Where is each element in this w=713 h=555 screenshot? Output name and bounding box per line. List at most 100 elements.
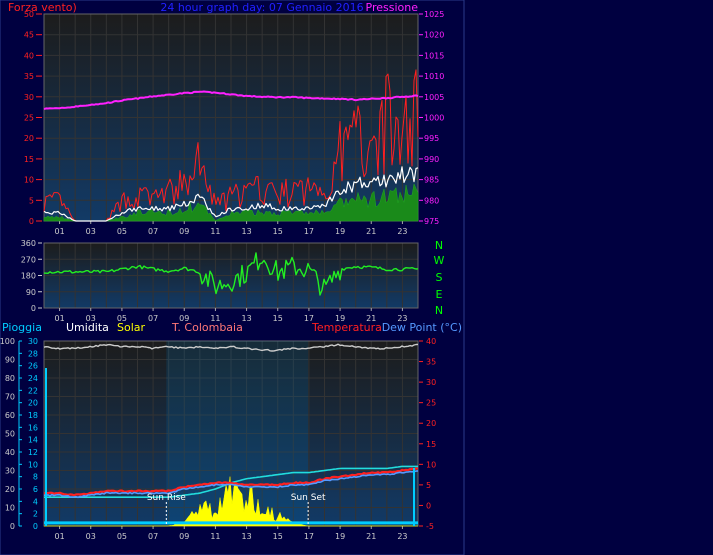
y-tick-label: 10: [426, 460, 436, 469]
y-tick-label: 10: [24, 176, 34, 185]
x-tick-label: 09: [179, 532, 189, 541]
y-tick-label: 30: [28, 337, 38, 346]
y-tick-label: 180: [21, 272, 36, 281]
y-tick-label: 0: [31, 304, 36, 313]
x-tick-label: 07: [148, 227, 158, 236]
x-tick-label: 19: [335, 532, 345, 541]
x-tick-label: 11: [210, 227, 220, 236]
x-tick-label: 01: [54, 227, 64, 236]
y-tick-label: 90: [26, 288, 36, 297]
y-tick-label: 6: [33, 485, 38, 494]
compass-label: S: [436, 271, 443, 284]
x-tick-label: 15: [273, 532, 283, 541]
x-tick-label: 23: [397, 532, 407, 541]
y-tick-label: 10: [5, 504, 15, 513]
y-tick-label: 1020: [424, 31, 444, 40]
x-tick-label: 11: [210, 532, 220, 541]
x-tick-label: 13: [241, 227, 251, 236]
y-tick-label: 50: [5, 430, 15, 439]
x-tick-label: 03: [86, 532, 96, 541]
y-tick-label: 30: [426, 378, 436, 387]
y-tick-label: 980: [424, 196, 439, 205]
x-tick-label: 05: [117, 227, 127, 236]
y-tick-label: 40: [24, 51, 34, 60]
y-tick-label: 70: [5, 393, 15, 402]
y-tick-label: 60: [5, 411, 15, 420]
y-tick-label: 40: [5, 448, 15, 457]
sunset-label: Sun Set: [291, 493, 326, 503]
y-tick-label: 35: [24, 72, 34, 81]
legend-temperatura: Temperatura: [311, 321, 382, 334]
y-tick-label: 30: [5, 467, 15, 476]
y-tick-label: 975: [424, 217, 439, 226]
wind-direction-plot: 01 03 05 07 09 11 13 15 17 19 21 23090180270360: [21, 239, 419, 323]
legend-pioggia: Pioggia: [2, 321, 42, 334]
compass-label: N: [435, 304, 443, 317]
compass-label: N: [435, 239, 443, 252]
x-tick-label: 13: [241, 532, 251, 541]
y-tick-label: 8: [33, 473, 38, 482]
y-tick-label: 15: [24, 155, 34, 164]
y-tick-label: 45: [24, 31, 34, 40]
legend-dewpoint: Dew Point (°C): [382, 321, 462, 334]
rain-humidity-temp-plot: 01 03 05 07 09 11 13 15 17 19 21 230102030405060708…: [0, 337, 436, 541]
y-tick-label: 25: [426, 399, 436, 408]
y-tick-label: 16: [28, 423, 38, 432]
x-tick-label: 17: [304, 532, 314, 541]
y-tick-label: 10: [28, 460, 38, 469]
x-tick-label: 17: [304, 227, 314, 236]
y-tick-label: 0: [29, 217, 34, 226]
x-tick-label: 21: [366, 532, 376, 541]
y-tick-label: 4: [33, 497, 38, 506]
x-tick-label: 21: [366, 227, 376, 236]
y-tick-label: 18: [28, 411, 38, 420]
y-tick-label: 20: [28, 399, 38, 408]
y-tick-label: 1010: [424, 72, 444, 81]
y-tick-label: 1015: [424, 51, 444, 60]
y-tick-label: 12: [28, 448, 38, 457]
x-tick-label: 01: [54, 314, 64, 323]
y-tick-label: 1000: [424, 114, 444, 123]
header-left: Forza vento): [8, 1, 77, 14]
x-tick-label: 19: [335, 227, 345, 236]
y-tick-label: 40: [426, 337, 436, 346]
x-tick-label: 15: [273, 314, 283, 323]
y-tick-label: 20: [24, 134, 34, 143]
y-tick-label: 35: [426, 358, 436, 367]
y-tick-label: 1025: [424, 10, 444, 19]
y-tick-label: 5: [426, 481, 431, 490]
x-tick-label: 09: [179, 227, 189, 236]
x-tick-label: 07: [148, 532, 158, 541]
y-tick-label: 25: [24, 114, 34, 123]
y-tick-label: 100: [0, 337, 15, 346]
y-tick-label: 0: [33, 522, 38, 531]
y-tick-label: 80: [5, 374, 15, 383]
y-tick-label: 0: [10, 522, 15, 531]
header-right: Pressione: [366, 1, 419, 14]
x-tick-label: 15: [273, 227, 283, 236]
y-tick-label: 20: [5, 485, 15, 494]
y-tick-label: 28: [28, 349, 38, 358]
sunrise-label: Sun Rise: [147, 493, 186, 503]
compass-labels: N W S E N: [434, 239, 445, 317]
y-tick-label: 2: [33, 510, 38, 519]
y-tick-label: 26: [28, 362, 38, 371]
y-tick-label: 1005: [424, 93, 444, 102]
x-tick-label: 13: [241, 314, 251, 323]
y-tick-label: 0: [426, 501, 431, 510]
y-tick-label: 90: [5, 356, 15, 365]
legend-umidita: Umidita: [66, 321, 109, 334]
wind-pressure-plot: 01 03 05 07 09 11 13 15 17 19 21 230510152025303540…: [24, 10, 445, 236]
x-tick-label: 23: [397, 227, 407, 236]
y-tick-label: 5: [29, 196, 34, 205]
x-tick-label: 01: [54, 532, 64, 541]
y-tick-label: 14: [28, 436, 38, 445]
legend-solar: Solar: [117, 321, 146, 334]
y-tick-label: 24: [28, 374, 38, 383]
x-tick-label: 05: [117, 532, 127, 541]
weather-graph: Forza vento) 24 hour graph day: 07 Genna…: [0, 0, 465, 555]
legend-tcolombaia: T. Colombaia: [171, 321, 243, 334]
compass-label: W: [434, 254, 445, 267]
y-tick-label: 995: [424, 134, 439, 143]
y-tick-label: 50: [24, 10, 34, 19]
